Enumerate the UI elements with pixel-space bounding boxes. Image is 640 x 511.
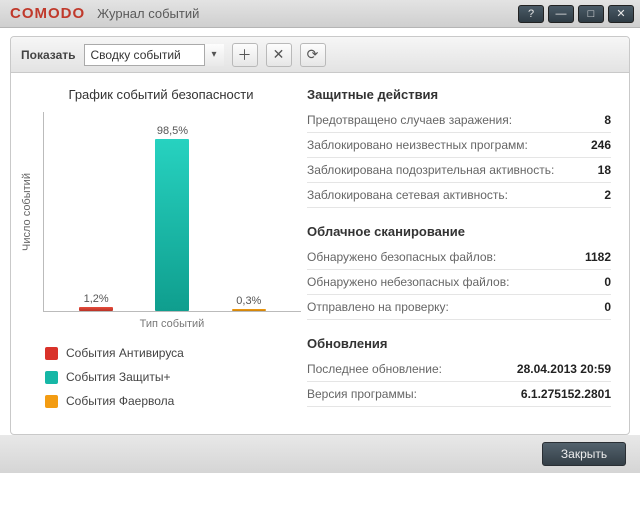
section-cloud-head: Облачное сканирование bbox=[307, 224, 611, 239]
add-filter-button[interactable]: ＋ bbox=[232, 43, 258, 67]
stat-row: Обнаружено небезопасных файлов:0 bbox=[307, 270, 611, 295]
brand-logo: COMODO bbox=[10, 5, 85, 22]
bar-defense: 98,5% bbox=[149, 125, 195, 311]
legend-item-defense: События Защиты+ bbox=[45, 370, 301, 384]
bar-firewall-rect bbox=[232, 309, 266, 311]
window-title: Журнал событий bbox=[97, 6, 199, 21]
close-button[interactable]: Закрыть bbox=[542, 442, 626, 466]
bar-antivirus: 1,2% bbox=[73, 293, 119, 311]
refresh-icon: ⟳ bbox=[307, 46, 319, 63]
legend-label-firewall: События Фаервола bbox=[66, 394, 174, 408]
bar-antivirus-rect bbox=[79, 307, 113, 311]
main-panel: Показать Сводку событий ▾ ＋ ✕ ⟳ График с… bbox=[10, 36, 630, 435]
footer-bar: Закрыть bbox=[0, 435, 640, 473]
window-buttons: ? — □ ✕ bbox=[518, 5, 634, 23]
stat-row: Отправлено на проверку:0 bbox=[307, 295, 611, 320]
x-icon: ✕ bbox=[273, 46, 285, 63]
stat-row: Обнаружено безопасных файлов:1182 bbox=[307, 245, 611, 270]
bar-firewall: 0,3% bbox=[226, 295, 272, 311]
help-button[interactable]: ? bbox=[518, 5, 544, 23]
stat-row: Версия программы:6.1.275152.2801 bbox=[307, 382, 611, 407]
show-label: Показать bbox=[21, 48, 76, 62]
stat-row: Заблокирована сетевая активность:2 bbox=[307, 183, 611, 208]
chart-ylabel: Число событий bbox=[21, 112, 39, 312]
stat-row: Предотвращено случаев заражения:8 bbox=[307, 108, 611, 133]
legend-label-antivirus: События Антивируса bbox=[66, 346, 184, 360]
legend-label-defense: События Защиты+ bbox=[66, 370, 171, 384]
close-window-button[interactable]: ✕ bbox=[608, 5, 634, 23]
legend-item-firewall: События Фаервола bbox=[45, 394, 301, 408]
chart-xlabel: Тип событий bbox=[43, 318, 301, 330]
bar-label-defense: 98,5% bbox=[157, 125, 188, 137]
view-select[interactable]: Сводку событий ▾ bbox=[84, 44, 224, 66]
bar-defense-rect bbox=[155, 139, 189, 311]
swatch-orange bbox=[45, 395, 58, 408]
swatch-red bbox=[45, 347, 58, 360]
plus-icon: ＋ bbox=[238, 45, 252, 65]
toolbar: Показать Сводку событий ▾ ＋ ✕ ⟳ bbox=[11, 37, 629, 73]
minimize-button[interactable]: — bbox=[548, 5, 574, 23]
stat-row: Заблокирована подозрительная активность:… bbox=[307, 158, 611, 183]
swatch-teal bbox=[45, 371, 58, 384]
section-updates-head: Обновления bbox=[307, 336, 611, 351]
chart-title: График событий безопасности bbox=[21, 87, 301, 102]
clear-button[interactable]: ✕ bbox=[266, 43, 292, 67]
refresh-button[interactable]: ⟳ bbox=[300, 43, 326, 67]
titlebar: COMODO Журнал событий ? — □ ✕ bbox=[0, 0, 640, 28]
events-bar-chart: 1,2% 98,5% 0,3% bbox=[43, 112, 301, 312]
chart-legend: События Антивируса События Защиты+ Событ… bbox=[45, 346, 301, 408]
maximize-button[interactable]: □ bbox=[578, 5, 604, 23]
bar-label-firewall: 0,3% bbox=[236, 295, 261, 307]
section-defense-head: Защитные действия bbox=[307, 87, 611, 102]
stat-row: Заблокировано неизвестных программ:246 bbox=[307, 133, 611, 158]
bar-label-antivirus: 1,2% bbox=[84, 293, 109, 305]
stat-row: Последнее обновление:28.04.2013 20:59 bbox=[307, 357, 611, 382]
chevron-down-icon: ▾ bbox=[204, 44, 224, 66]
legend-item-antivirus: События Антивируса bbox=[45, 346, 301, 360]
view-select-value: Сводку событий bbox=[84, 44, 224, 66]
